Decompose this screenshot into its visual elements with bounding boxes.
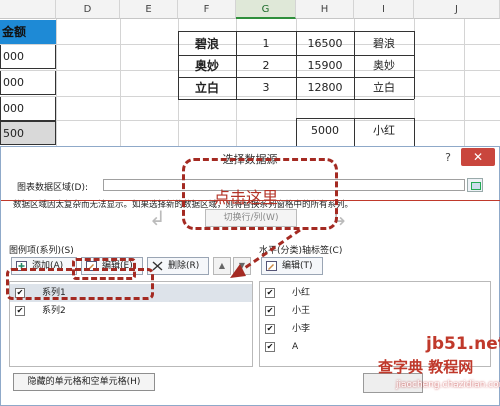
column-header-j[interactable]: J — [414, 0, 500, 19]
edit-axis-labels-button[interactable]: 编辑(T) — [261, 257, 323, 275]
category-row[interactable]: ✔ 小王 — [260, 302, 490, 320]
close-button[interactable]: ✕ — [461, 148, 495, 166]
table-cell-person[interactable]: 碧浪 — [354, 32, 414, 56]
category-name: 小红 — [292, 288, 311, 298]
category-name: 小李 — [292, 324, 311, 334]
move-up-button[interactable]: ▲ — [213, 257, 231, 275]
chart-range-label: 图表数据区域(D): — [17, 183, 88, 193]
category-checkbox[interactable]: ✔ — [265, 306, 275, 316]
extra-cell-person[interactable]: 小红 — [354, 119, 414, 143]
amount-header-cell[interactable]: 金额 — [0, 20, 56, 44]
edit-axis-labels-label: 编辑(T) — [282, 261, 313, 271]
table-cell-amount[interactable]: 16500 — [296, 32, 354, 56]
category-name: A — [292, 342, 299, 352]
column-header-i[interactable]: I — [354, 0, 414, 19]
column-header-f[interactable]: F — [178, 0, 236, 19]
series-checkbox[interactable]: ✔ — [15, 306, 25, 316]
move-down-button[interactable]: ▼ — [233, 257, 251, 275]
column-header-g[interactable]: G — [236, 0, 296, 19]
axis-toolbar: 编辑(T) — [261, 257, 341, 277]
table-cell-rank[interactable]: 2 — [236, 55, 296, 77]
category-row[interactable]: ✔ 小红 — [260, 284, 490, 302]
column-header-e[interactable]: E — [120, 0, 178, 19]
extra-cell-amount[interactable]: 5000 — [296, 119, 354, 143]
series-name: 系列2 — [42, 306, 66, 316]
range-picker-icon[interactable] — [467, 178, 483, 192]
category-list: ✔ 小红 ✔ 小王 ✔ 小李 ✔ A — [259, 281, 491, 367]
left-arrow-icon: ↲ — [149, 206, 166, 230]
column-header-d[interactable]: D — [56, 0, 120, 19]
delete-icon — [152, 261, 163, 271]
delete-series-label: 删除(R) — [168, 261, 200, 271]
category-checkbox[interactable]: ✔ — [265, 342, 275, 352]
callout-text: 点击这里 — [214, 188, 279, 207]
table-cell-name[interactable]: 立白 — [178, 77, 236, 99]
watermark-subsite: jiaocheng.chazidian.com — [396, 380, 500, 390]
category-name: 小王 — [292, 306, 311, 316]
left-value-cell[interactable]: 000 — [0, 45, 56, 69]
watermark-brand: 查字典 教程网 — [378, 358, 474, 376]
table-cell-amount[interactable]: 12800 — [296, 77, 354, 99]
spreadsheet: D E F G H I J 金额 000 000 000 500 碧浪 1 16… — [0, 0, 500, 150]
table-cell-rank[interactable]: 1 — [236, 32, 296, 56]
category-checkbox[interactable]: ✔ — [265, 288, 275, 298]
table-cell-amount[interactable]: 15900 — [296, 55, 354, 77]
axis-labels-label: 水平(分类)轴标签(C) — [259, 246, 343, 256]
help-icon[interactable]: ? — [445, 151, 451, 164]
table-cell-person[interactable]: 奥妙 — [354, 55, 414, 77]
hidden-empty-cells-button[interactable]: 隐藏的单元格和空单元格(H) — [13, 373, 155, 391]
series-row[interactable]: ✔ 系列2 — [10, 302, 252, 320]
series-highlight — [6, 268, 154, 300]
table-cell-person[interactable]: 立白 — [354, 77, 414, 99]
delete-series-button[interactable]: 删除(R) — [147, 257, 209, 275]
table-cell-name[interactable]: 碧浪 — [178, 32, 236, 56]
left-value-cell[interactable]: 000 — [0, 97, 56, 121]
table-cell-rank[interactable]: 3 — [236, 77, 296, 99]
edit-icon — [266, 261, 277, 271]
table-cell-name[interactable]: 奥妙 — [178, 55, 236, 77]
category-checkbox[interactable]: ✔ — [265, 324, 275, 334]
legend-series-label: 图例项(系列)(S) — [9, 246, 74, 256]
left-value-cell[interactable]: 500 — [0, 121, 56, 145]
column-header-h[interactable]: H — [296, 0, 354, 19]
watermark-site: jb51.net — [426, 334, 500, 354]
left-value-cell[interactable]: 000 — [0, 71, 56, 95]
column-header-blank[interactable] — [0, 0, 56, 19]
